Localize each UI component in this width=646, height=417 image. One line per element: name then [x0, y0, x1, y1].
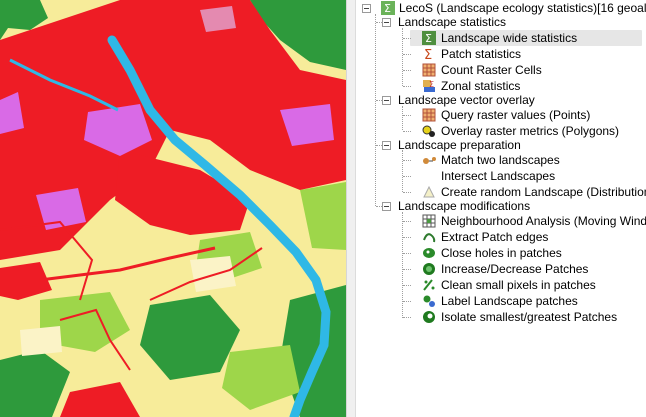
tree-item-neighbourhood-analysis[interactable]: Neighbourhood Analysis (Moving Windo…	[403, 213, 646, 229]
increase-decrease-icon	[422, 262, 436, 276]
random-icon	[422, 185, 436, 199]
sigma-green-icon: Σ	[422, 31, 436, 45]
overlay-icon	[422, 124, 436, 138]
neighbourhood-icon	[422, 214, 436, 228]
tree-item-landscape-wide-statistics[interactable]: Σ Landscape wide statistics	[403, 30, 646, 46]
tree-connector	[403, 317, 411, 318]
tree-item-label-landscape-patches[interactable]: Label Landscape patches	[403, 293, 646, 309]
match-icon	[422, 153, 436, 167]
tree-connector	[403, 285, 411, 286]
tree-group-label: Landscape statistics	[398, 15, 507, 29]
query-grid-icon	[422, 108, 436, 122]
tree-connector	[403, 38, 411, 39]
tree-item-label: Increase/Decrease Patches	[441, 262, 589, 276]
tree-item-label: Patch statistics	[441, 47, 522, 61]
label-icon	[422, 294, 436, 308]
tree-connector	[403, 176, 411, 177]
collapse-toggle[interactable]	[362, 4, 371, 13]
tree-item-close-holes[interactable]: Close holes in patches	[403, 245, 646, 261]
tree-item-label: Query raster values (Points)	[441, 108, 591, 122]
tree-item-label: Neighbourhood Analysis (Moving Windo…	[441, 214, 646, 228]
tree-item-patch-statistics[interactable]: Σ Patch statistics	[403, 46, 646, 63]
tree-connector	[402, 150, 403, 192]
tree-connector	[403, 301, 411, 302]
grid-icon	[422, 63, 436, 77]
tree-item-label: Close holes in patches	[441, 246, 562, 260]
tree-connector	[402, 28, 403, 86]
tree-item-intersect-landscapes[interactable]: Intersect Landscapes	[403, 168, 646, 184]
map-canvas[interactable]	[0, 0, 346, 417]
tree-group-landscape-modifications[interactable]: Landscape modifications	[356, 198, 646, 214]
tree-group-landscape-statistics[interactable]: Landscape statistics	[356, 14, 646, 30]
collapse-toggle[interactable]	[382, 141, 391, 150]
tree-connector	[403, 221, 411, 222]
tree-connector	[403, 131, 411, 132]
tree-connector	[403, 160, 411, 161]
tree-item-clean-small-pixels[interactable]: Clean small pixels in patches	[403, 277, 646, 293]
tree-item-label: Intersect Landscapes	[441, 169, 556, 183]
tree-item-match-two-landscapes[interactable]: Match two landscapes	[403, 152, 646, 168]
isolate-icon	[422, 310, 436, 324]
tree-group-label: Landscape modifications	[398, 199, 531, 213]
tree-item-isolate-patches[interactable]: Isolate smallest/greatest Patches	[403, 309, 646, 325]
clean-pixels-icon	[422, 278, 436, 292]
tree-group-landscape-preparation[interactable]: Landscape preparation	[356, 137, 646, 153]
tree-connector	[403, 115, 411, 116]
svg-text:Σ: Σ	[425, 32, 432, 45]
lecos-sigma-icon: Σ	[381, 1, 395, 15]
land-cover-map	[0, 0, 346, 417]
tree-item-label: Label Landscape patches	[441, 294, 578, 308]
collapse-toggle[interactable]	[382, 202, 391, 211]
edges-icon	[422, 230, 436, 244]
tree-connector	[403, 269, 411, 270]
zonal-icon: Σ	[422, 79, 436, 93]
panel-splitter[interactable]	[346, 0, 356, 417]
tree-connector	[403, 253, 411, 254]
tree-connector	[375, 14, 376, 206]
tree-connector	[403, 237, 411, 238]
tree-item-label: Clean small pixels in patches	[441, 278, 596, 292]
tree-item-label: Extract Patch edges	[441, 230, 549, 244]
tree-item-query-raster-values[interactable]: Query raster values (Points)	[403, 107, 646, 123]
tree-group-label: Landscape preparation	[398, 138, 521, 152]
tree-item-increase-decrease-patches[interactable]: Increase/Decrease Patches	[403, 261, 646, 277]
tree-connector	[403, 54, 411, 55]
tree-item-extract-patch-edges[interactable]: Extract Patch edges	[403, 229, 646, 245]
tree-connector	[403, 70, 411, 71]
tree-group-label: Landscape vector overlay	[398, 93, 535, 107]
collapse-toggle[interactable]	[382, 96, 391, 105]
svg-text:Σ: Σ	[429, 80, 434, 89]
tree-connector	[402, 106, 403, 130]
holes-icon	[422, 246, 436, 260]
processing-toolbox-tree[interactable]: Σ LecoS (Landscape ecology statistics)[1…	[356, 0, 646, 417]
svg-text:Σ: Σ	[424, 48, 432, 61]
tree-item-label: Landscape wide statistics	[441, 31, 578, 45]
tree-connector	[403, 86, 411, 87]
sigma-icon: Σ	[422, 47, 436, 63]
tree-item-label: Isolate smallest/greatest Patches	[441, 310, 618, 324]
tree-item-count-raster-cells[interactable]: Count Raster Cells	[403, 62, 646, 78]
collapse-toggle[interactable]	[382, 18, 391, 27]
tree-group-landscape-vector-overlay[interactable]: Landscape vector overlay	[356, 92, 646, 108]
tree-connector	[403, 192, 411, 193]
tree-item-label: Match two landscapes	[441, 153, 560, 167]
tree-item-label: Count Raster Cells	[441, 63, 542, 77]
tree-connector	[402, 212, 403, 318]
